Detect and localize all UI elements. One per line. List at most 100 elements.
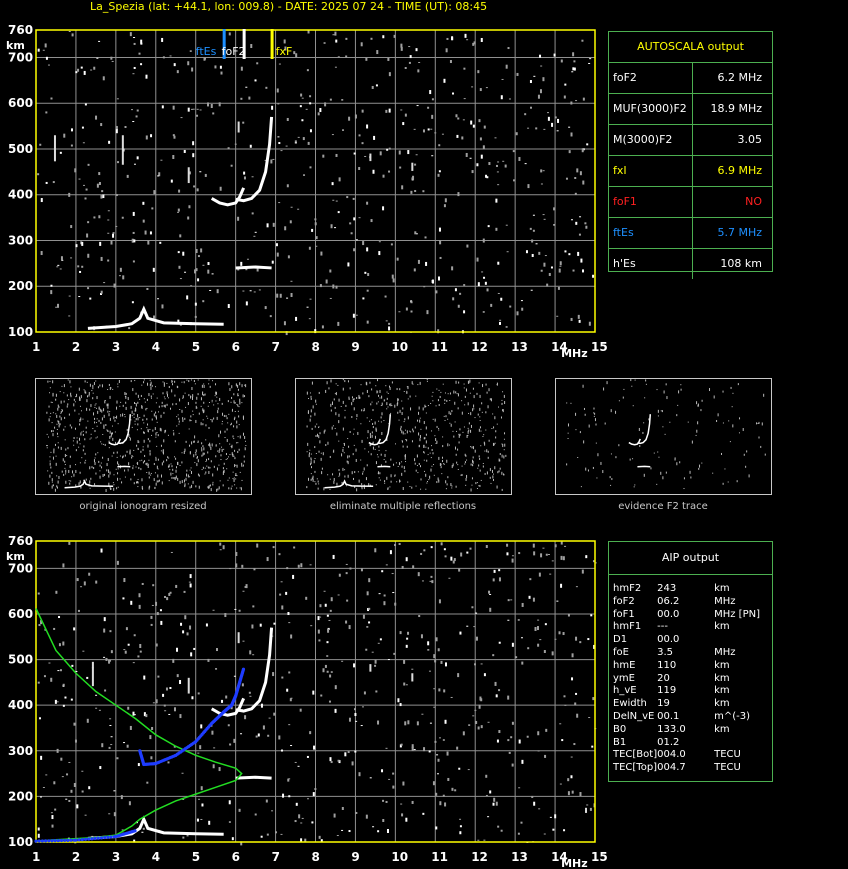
- thumb-noise: [190, 470, 192, 474]
- y-axis-label: km: [6, 550, 25, 563]
- thumb-noise: [687, 421, 689, 423]
- noise-speck: [208, 820, 211, 825]
- thumb-noise: [488, 439, 490, 442]
- noise-speck: [83, 70, 86, 75]
- noise-speck: [533, 801, 536, 806]
- thumb-noise: [344, 380, 346, 383]
- thumb-noise: [432, 418, 434, 420]
- noise-speck: [189, 625, 192, 630]
- thumb-noise: [190, 420, 192, 422]
- noise-speck: [430, 128, 433, 130]
- noise-speck: [70, 698, 73, 701]
- thumb-noise: [189, 451, 191, 455]
- thumb-noise: [320, 457, 322, 461]
- noise-speck: [286, 567, 289, 570]
- thumb-noise: [207, 405, 209, 407]
- thumb-noise: [231, 409, 233, 412]
- thumb-noise: [228, 456, 230, 458]
- noise-speck: [562, 556, 565, 561]
- noise-speck: [132, 121, 135, 123]
- noise-speck: [498, 577, 501, 582]
- noise-speck: [383, 594, 386, 597]
- thumb-noise: [407, 386, 409, 390]
- thumb-noise: [476, 488, 478, 490]
- noise-speck: [402, 122, 405, 126]
- noise-speck: [60, 256, 63, 261]
- thumb-noise: [70, 386, 72, 388]
- noise-speck: [370, 219, 373, 223]
- noise-speck: [123, 742, 126, 744]
- thumb-noise: [479, 469, 481, 472]
- thumb-noise: [319, 440, 321, 444]
- thumb-noise: [204, 473, 206, 475]
- thumb-noise: [177, 477, 179, 481]
- noise-speck: [133, 163, 136, 165]
- thumb-noise: [92, 388, 94, 390]
- noise-speck: [68, 192, 71, 197]
- noise-speck: [81, 241, 84, 246]
- thumb-noise: [116, 415, 118, 419]
- noise-speck: [99, 766, 102, 770]
- thumb-noise: [231, 485, 233, 487]
- x-tick-label: 9: [351, 850, 359, 864]
- noise-speck: [62, 704, 65, 707]
- noise-speck: [249, 144, 252, 148]
- noise-speck: [245, 86, 248, 88]
- noise-speck: [479, 88, 482, 92]
- x-tick-label: 8: [312, 850, 320, 864]
- noise-speck: [577, 251, 580, 256]
- noise-speck: [480, 663, 483, 665]
- thumb-noise: [444, 420, 446, 422]
- thumb-noise: [235, 464, 237, 466]
- thumb-noise: [467, 402, 469, 406]
- thumb-noise: [378, 420, 380, 422]
- thumb-noise: [380, 416, 382, 419]
- noise-speck: [318, 835, 321, 839]
- noise-speck: [337, 321, 340, 326]
- noise-speck: [331, 182, 334, 186]
- thumb-noise: [440, 391, 442, 393]
- noise-speck: [228, 821, 231, 823]
- noise-speck: [304, 838, 307, 842]
- thumb-noise: [135, 392, 137, 395]
- thumb-noise: [114, 419, 116, 422]
- x-tick-label: 13: [511, 850, 528, 864]
- thumb-noise: [426, 379, 428, 381]
- thumb-noise: [169, 407, 171, 410]
- noise-speck: [391, 274, 394, 279]
- thumb-noise: [192, 480, 194, 484]
- thumb-noise: [196, 456, 198, 459]
- aip-unit: km: [714, 659, 730, 671]
- noise-speck: [384, 295, 387, 298]
- noise-speck: [377, 642, 380, 644]
- noise-speck: [422, 812, 425, 815]
- ionogram-plot: 1 2 3 4 5 6 7 8 9 10 11 12 13 14 151002003004005006007…: [6, 23, 608, 360]
- noise-speck: [180, 622, 183, 626]
- noise-speck: [153, 315, 156, 319]
- thumb-noise: [697, 421, 699, 425]
- noise-speck: [98, 172, 101, 176]
- thumb-noise: [166, 403, 168, 406]
- thumb-noise: [228, 477, 230, 479]
- noise-speck: [141, 582, 144, 585]
- noise-speck: [507, 739, 510, 742]
- thumbnail-multiple-reflections: [295, 378, 512, 495]
- aip-row: foE 3.5 MHz: [613, 647, 772, 660]
- thumb-noise: [239, 382, 241, 386]
- thumb-noise: [366, 389, 368, 393]
- noise-speck: [428, 750, 431, 753]
- thumb-noise: [241, 402, 243, 404]
- thumb-noise: [176, 416, 178, 418]
- noise-speck: [288, 622, 291, 624]
- noise-speck: [329, 609, 332, 612]
- noise-speck: [249, 695, 252, 697]
- noise-speck: [309, 129, 312, 133]
- thumb-noise: [449, 422, 451, 424]
- thumb-noise: [100, 441, 102, 443]
- thumb-noise: [328, 387, 330, 390]
- noise-speck: [126, 744, 129, 748]
- thumb-noise: [414, 458, 416, 462]
- noise-speck: [393, 652, 396, 655]
- thumb-noise: [174, 394, 176, 397]
- aip-value: 20: [657, 672, 670, 684]
